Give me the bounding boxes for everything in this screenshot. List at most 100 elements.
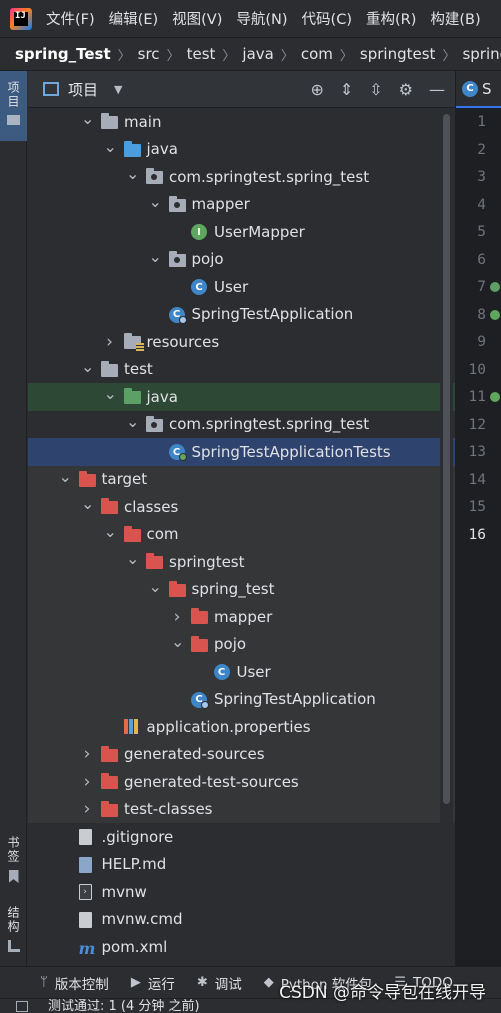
hide-panel-icon[interactable]: — <box>429 80 445 99</box>
menu-item[interactable]: 重构(R) <box>366 8 416 29</box>
tree-row[interactable]: › resources <box>28 328 455 356</box>
menu-item[interactable]: 文件(F) <box>46 8 95 29</box>
menu-item[interactable]: 构建(B) <box>430 8 480 29</box>
editor-area: C S 1 2 3 4 5 6 7 8 9 10 11 12 13 14 15 16 <box>455 71 501 966</box>
chevron-down-icon[interactable]: ⌄ <box>104 522 117 541</box>
tree-row[interactable]: I UserMapper <box>28 218 455 246</box>
tree-row[interactable]: C User <box>28 658 455 686</box>
chevron-down-icon[interactable]: ⌄ <box>149 247 162 266</box>
chevron-right-icon[interactable]: › <box>81 744 93 764</box>
chevron-right-icon[interactable]: › <box>81 799 93 819</box>
tree-item-label: User <box>214 277 249 296</box>
chevron-down-icon[interactable]: ⌄ <box>81 357 94 376</box>
chevron-right-icon[interactable]: › <box>171 607 183 627</box>
menu-item[interactable]: 导航(N) <box>236 8 287 29</box>
intellij-logo-icon[interactable]: IJ <box>10 7 32 30</box>
spring-bean-gutter-icon[interactable] <box>490 282 500 292</box>
tree-row[interactable]: ⌄ java <box>28 383 455 411</box>
tree-row[interactable]: › generated-test-sources <box>28 768 455 796</box>
chevron-down-icon[interactable]: ⌄ <box>81 109 94 128</box>
class-icon: C <box>213 664 232 681</box>
breadcrumb-item[interactable]: java <box>242 45 273 63</box>
tool-window-button[interactable]: ᛘ 版本控制 <box>40 973 109 993</box>
breadcrumb-item[interactable]: springtest <box>360 45 436 63</box>
chevron-down-icon[interactable]: ⌄ <box>104 137 117 156</box>
menu-item[interactable]: 视图(V) <box>172 8 222 29</box>
tab-structure[interactable]: 结构 <box>0 906 27 966</box>
excluded-folder-icon <box>101 745 119 762</box>
chevron-down-icon[interactable]: ⌄ <box>59 467 72 486</box>
project-panel-title: 项目 <box>68 80 99 99</box>
breadcrumb-item[interactable]: src <box>138 45 160 63</box>
tree-row[interactable]: ⌄ main <box>28 108 455 136</box>
breadcrumb-item[interactable]: com <box>301 45 333 63</box>
tab-bookmarks[interactable]: 书签 <box>0 836 27 896</box>
expand-all-icon[interactable]: ⇕ <box>340 80 353 99</box>
chevron-down-icon[interactable]: ⌄ <box>126 164 139 183</box>
tree-row[interactable]: .gitignore <box>28 823 455 851</box>
chevron-down-icon[interactable]: ⌄ <box>81 494 94 513</box>
tree-row[interactable]: ⌄ mapper <box>28 191 455 219</box>
tree-row[interactable]: › mapper <box>28 603 455 631</box>
chevron-down-icon[interactable]: ⌄ <box>126 549 139 568</box>
tree-row[interactable]: m pom.xml <box>28 933 455 961</box>
tree-row[interactable]: ⌄ springtest <box>28 548 455 576</box>
chevron-right-icon[interactable]: › <box>81 772 93 792</box>
run-gutter-icon[interactable] <box>490 392 500 402</box>
chevron-right-icon[interactable]: › <box>104 332 116 352</box>
status-toggle-icon[interactable] <box>16 1000 28 1012</box>
breadcrumb-item[interactable]: spring_Test <box>15 45 111 63</box>
tree-row[interactable]: ⌄ pojo <box>28 630 455 658</box>
menu-item[interactable]: 编辑(E) <box>109 8 158 29</box>
run-gutter-icon[interactable] <box>490 309 500 320</box>
collapse-all-icon[interactable]: ⇳ <box>369 80 382 99</box>
debug-icon: ✱ <box>196 975 208 990</box>
tree-row[interactable]: › test-classes <box>28 795 455 823</box>
file-icon <box>78 911 97 928</box>
tree-row[interactable]: C SpringTestApplication <box>28 301 455 329</box>
status-text: 测试通过: 1 (4 分钟 之前) <box>48 998 200 1013</box>
excluded-folder-icon <box>146 553 164 570</box>
locate-file-icon[interactable]: ⊕ <box>310 80 323 99</box>
tree-row[interactable]: C SpringTestApplicationTests <box>28 438 455 466</box>
tree-row[interactable]: ⌄ classes <box>28 493 455 521</box>
tree-row[interactable]: application.properties <box>28 713 455 741</box>
menu-item[interactable]: 代码(C) <box>302 8 352 29</box>
tab-project[interactable]: 项目 <box>0 71 27 141</box>
breadcrumb-item[interactable]: spring_test <box>462 45 501 63</box>
tree-row[interactable]: ⌄ com <box>28 520 455 548</box>
chevron-down-icon[interactable]: ⌄ <box>104 384 117 403</box>
tree-row[interactable]: mvnw.cmd <box>28 906 455 934</box>
tree-row[interactable]: ⌄ test <box>28 356 455 384</box>
project-scrollbar[interactable] <box>440 108 453 966</box>
tree-item-label: springtest <box>169 552 245 571</box>
tree-row[interactable]: HELP.md <box>28 851 455 879</box>
tree-row[interactable]: ⌄ com.springtest.spring_test <box>28 411 455 439</box>
file-icon <box>78 829 97 846</box>
breadcrumb-item[interactable]: test <box>187 45 216 63</box>
chevron-down-icon[interactable]: ⌄ <box>149 577 162 596</box>
chevron-down-icon[interactable]: ⌄ <box>171 632 184 651</box>
tree-row[interactable]: C SpringTestApplication <box>28 685 455 713</box>
tree-row[interactable]: ⌄ spring_test <box>28 575 455 603</box>
tree-row[interactable]: ⌄ com.springtest.spring_test <box>28 163 455 191</box>
tool-window-button[interactable]: ✱ 调试 <box>197 973 242 993</box>
gear-icon[interactable]: ⚙ <box>399 80 413 99</box>
tree-row[interactable]: › mvnw <box>28 878 455 906</box>
tree-item-label: test <box>124 360 153 379</box>
tree-row[interactable]: › generated-sources <box>28 740 455 768</box>
tree-item-label: main <box>124 112 162 131</box>
editor-tab[interactable]: C S <box>456 71 501 108</box>
view-dropdown-chevron-icon[interactable]: ▼ <box>114 83 122 96</box>
chevron-down-icon[interactable]: ⌄ <box>126 412 139 431</box>
tree-item-label: mvnw.cmd <box>101 910 183 929</box>
tree-row[interactable]: ⌄ java <box>28 136 455 164</box>
scrollbar-thumb[interactable] <box>443 114 450 804</box>
tree-row[interactable]: ⌄ target <box>28 465 455 493</box>
tool-window-button[interactable]: ▶ 运行 <box>131 973 175 993</box>
line-number: 15 <box>468 499 486 515</box>
tree-row[interactable]: C User <box>28 273 455 301</box>
chevron-down-icon[interactable]: ⌄ <box>149 192 162 211</box>
tree-row[interactable]: ⌄ pojo <box>28 246 455 274</box>
chevron-right-icon: 〉 <box>339 48 353 64</box>
